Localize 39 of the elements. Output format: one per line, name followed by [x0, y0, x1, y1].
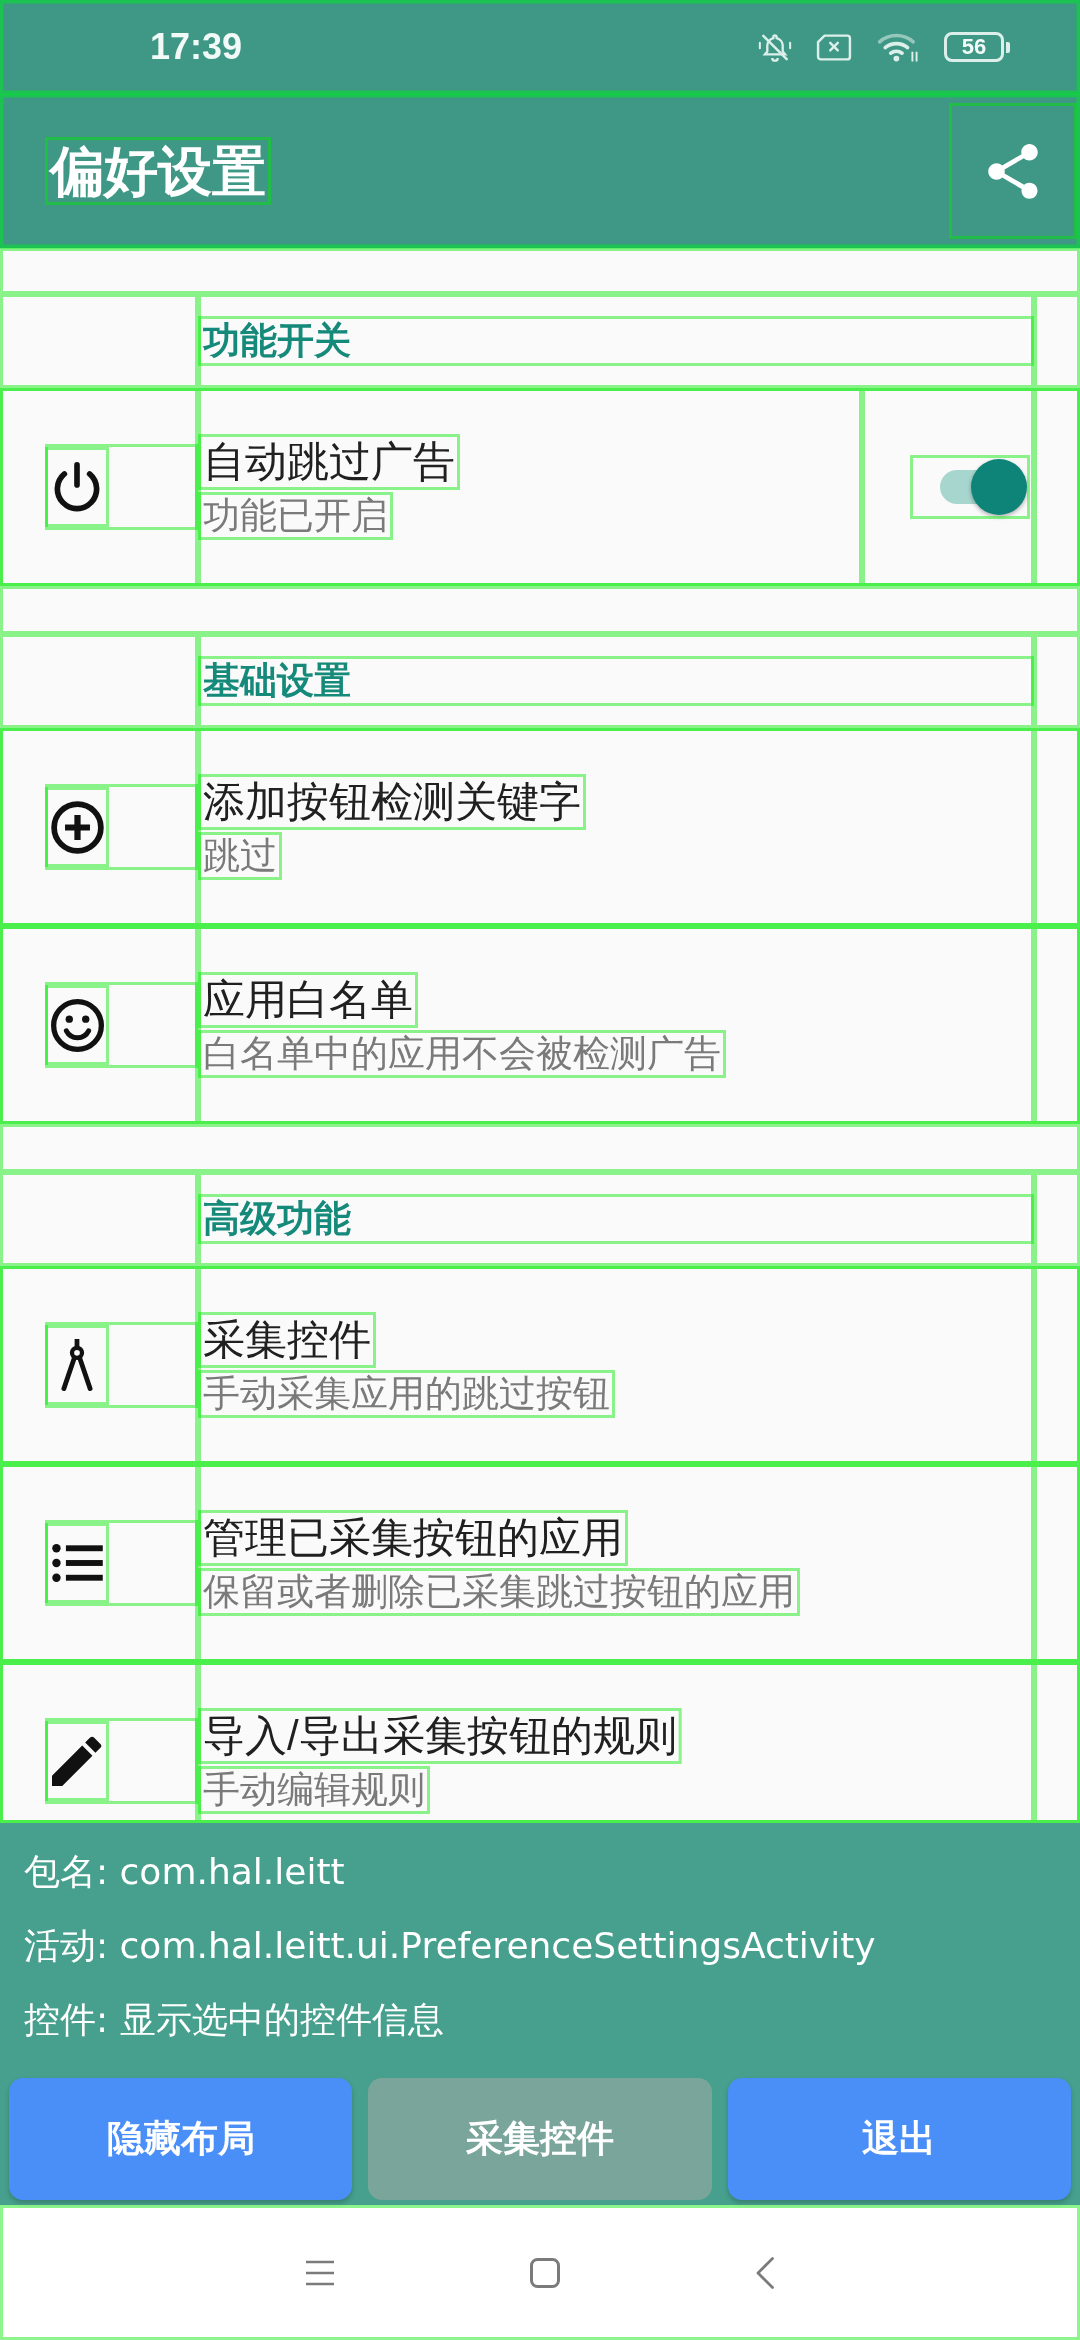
preference-item[interactable]: 管理已采集按钮的应用 保留或者删除已采集跳过按钮的应用 [0, 1464, 1080, 1662]
preference-item[interactable]: 导入/导出采集按钮的规则 手动编辑规则 [0, 1662, 1080, 1823]
home-square-icon[interactable] [530, 2257, 560, 2288]
section-title: 功能开关 [202, 319, 352, 363]
plus-circle-icon [50, 800, 104, 854]
list-icon [51, 1543, 103, 1583]
preference-item[interactable]: 应用白名单 白名单中的应用不会被检测广告 [0, 926, 1080, 1124]
status-time: 17:39 [150, 25, 243, 69]
info-text: 活动: com.hal.leitt.ui.PreferenceSettingsActivity [23, 1924, 877, 1968]
preference-summary: 手动编辑规则 [202, 1768, 426, 1812]
share-icon [988, 143, 1038, 199]
app-title: 偏好设置 [47, 140, 267, 203]
preference-item[interactable]: 添加按钮检测关键字 跳过 [0, 728, 1080, 926]
preference-item[interactable]: 自动跳过广告 功能已开启 [0, 388, 1080, 586]
preference-summary: 白名单中的应用不会被检测广告 [202, 1032, 722, 1076]
pencil-icon [52, 1736, 102, 1786]
power-icon [52, 462, 102, 512]
wifi-icon [876, 31, 920, 63]
info-text: 控件: 显示选中的控件信息 [23, 1998, 445, 2042]
menu-icon[interactable] [305, 2259, 335, 2286]
section-title: 基础设置 [202, 659, 352, 703]
preference-title: 添加按钮检测关键字 [202, 777, 582, 827]
no-sim-icon [816, 33, 852, 61]
preference-title: 自动跳过广告 [202, 437, 456, 487]
preference-title: 应用白名单 [202, 975, 414, 1025]
section-title: 高级功能 [202, 1197, 352, 1241]
preference-summary: 手动采集应用的跳过按钮 [202, 1372, 611, 1416]
drafting-compass-icon [61, 1339, 93, 1391]
back-icon[interactable] [755, 2256, 775, 2289]
info-text: 包名: com.hal.leitt [23, 1850, 346, 1894]
preference-title: 管理已采集按钮的应用 [202, 1513, 624, 1563]
preference-summary: 跳过 [202, 834, 278, 878]
preference-summary: 保留或者删除已采集跳过按钮的应用 [202, 1570, 796, 1614]
preference-item[interactable]: 采集控件 手动采集应用的跳过按钮 [0, 1266, 1080, 1464]
smiley-icon [50, 998, 104, 1052]
preference-title: 采集控件 [202, 1315, 372, 1365]
preference-title: 导入/导出采集按钮的规则 [202, 1711, 678, 1761]
preference-summary: 功能已开启 [202, 494, 389, 538]
battery-level: 56 [944, 32, 1004, 62]
